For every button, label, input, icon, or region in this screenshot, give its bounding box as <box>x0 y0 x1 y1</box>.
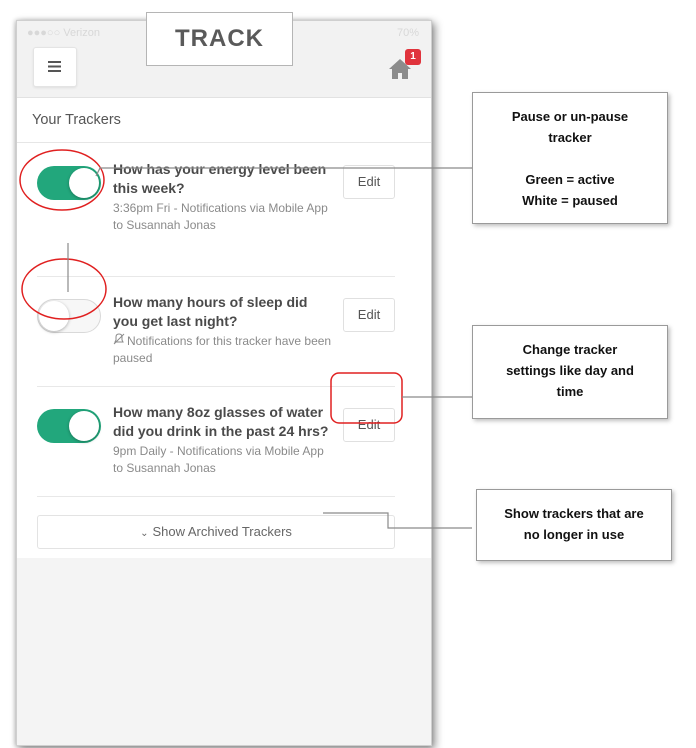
connector-line <box>95 167 472 177</box>
callout-line: tracker <box>548 130 592 145</box>
archive-callout: Show trackers that are no longer in use <box>476 489 672 561</box>
callout-line: no longer in use <box>523 527 625 542</box>
callout-line: Green = active <box>525 172 615 187</box>
callout-line: Show trackers that are <box>504 506 644 521</box>
connector-line <box>323 512 472 529</box>
track-label: TRACK <box>146 12 293 66</box>
edit-callout: Change tracker settings like day and tim… <box>472 325 668 419</box>
pause-callout: Pause or un-pause tracker Green = active… <box>472 92 668 224</box>
callout-line: settings like day and <box>506 363 634 378</box>
callout-line: White = paused <box>522 193 618 208</box>
callout-line: time <box>556 384 584 399</box>
highlight-circle <box>19 149 105 211</box>
callout-line: Pause or un-pause <box>511 109 629 124</box>
callout-line: Change tracker <box>522 342 618 357</box>
highlight-circle <box>21 258 107 320</box>
highlight-box <box>330 372 403 424</box>
